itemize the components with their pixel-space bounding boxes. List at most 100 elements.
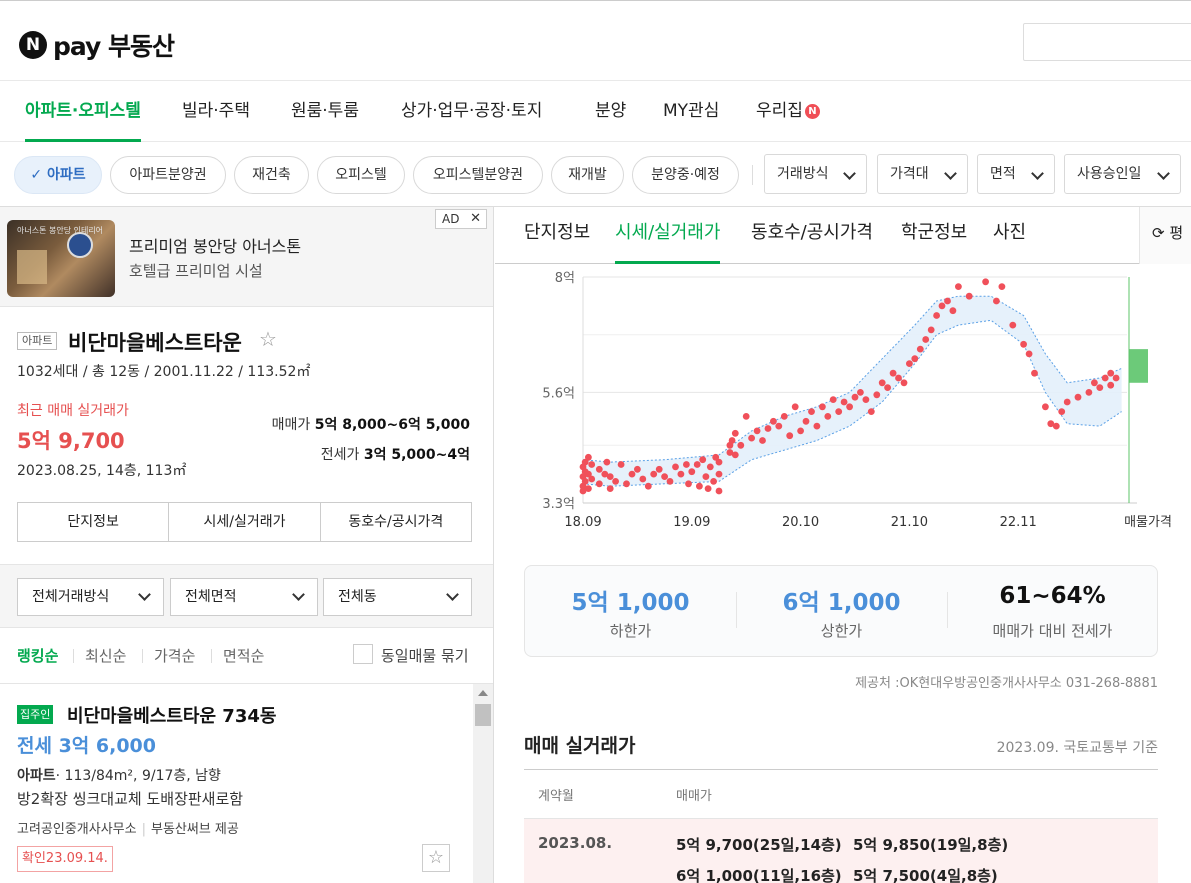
chip-officetel[interactable]: 오피스텔 — [317, 156, 405, 194]
dropdown-deal-type-label: 거래방식 — [777, 166, 829, 182]
dropdown-approval-date[interactable]: 사용승인일 — [1064, 154, 1181, 194]
listing-name[interactable]: 비단마을베스트타운 734동 — [67, 702, 276, 728]
main-nav: 아파트·오피스텔 빌라·주택 원룸·투룸 상가·업무·공장·토지 분양 MY관심… — [0, 81, 1191, 142]
deal-point — [808, 408, 815, 415]
deal-point — [644, 482, 652, 490]
listing-spec: 아파트· 113/84m², 9/17층, 남향 — [17, 765, 221, 785]
property-kind-tag: 아파트 — [17, 332, 58, 350]
nav-villa-house[interactable]: 빌라·주택 — [182, 81, 250, 142]
group-same-listing-label[interactable]: 동일매물 묶기 — [381, 645, 469, 666]
nav-apartment-officetel[interactable]: 아파트·오피스텔 — [25, 81, 141, 142]
tab-complex-info[interactable]: 단지정보 — [18, 503, 170, 541]
dropdown-price[interactable]: 가격대 — [877, 154, 968, 194]
favorite-star-icon[interactable]: ☆ — [259, 327, 277, 351]
dropdown-area[interactable]: 면적 — [977, 154, 1055, 194]
chevron-down-icon — [1157, 167, 1170, 180]
nav-my-home[interactable]: 우리집 N — [756, 81, 820, 142]
listing-price: 전세 3억 6,000 — [17, 735, 156, 757]
nav-my-interest[interactable]: MY관심 — [663, 81, 719, 142]
area-unit-toggle[interactable]: ⟳ 평 — [1139, 207, 1191, 264]
dropdown-all-areas-label: 전체면적 — [185, 589, 237, 605]
detail-tabs: 단지정보 시세/실거래가 동호수/공시가격 학군정보 사진 ⟳ 평 — [495, 207, 1191, 264]
deal-point — [683, 461, 690, 468]
nav-commercial-land[interactable]: 상가·업무·공장·토지 — [401, 81, 542, 142]
chip-apartment-presale-right[interactable]: 아파트분양권 — [110, 156, 226, 194]
tab-price-deals[interactable]: 시세/실거래가 — [169, 503, 321, 541]
deal-point — [786, 432, 794, 440]
deal-month: 2023.08. — [538, 834, 613, 852]
sort-area[interactable]: 면적순 — [223, 645, 264, 666]
search-input[interactable] — [1023, 23, 1191, 61]
deal-point — [655, 465, 663, 473]
list-item[interactable]: 집주인 비단마을베스트타운 734동 전세 3억 6,000 아파트· 113/… — [0, 684, 493, 883]
dropdown-all-buildings[interactable]: 전체동 — [323, 578, 472, 616]
deal-point — [748, 434, 755, 442]
dropdown-all-deal-types[interactable]: 전체거래방식 — [17, 578, 164, 616]
chip-reconstruction[interactable]: 재건축 — [234, 156, 309, 194]
scrollbar[interactable] — [473, 684, 493, 883]
sort-ranking[interactable]: 랭킹순 — [17, 645, 58, 666]
deal-point — [731, 451, 739, 459]
ad-image-window — [17, 250, 47, 284]
chip-redevelopment[interactable]: 재개발 — [551, 156, 624, 194]
x-extra-label: 매물가격 — [1124, 515, 1172, 530]
y-tick-label: 8억 — [555, 271, 575, 286]
ad-image[interactable]: 아너스톤 봉안당 인테리어 — [7, 220, 115, 297]
scroll-up-icon[interactable] — [478, 690, 488, 696]
deal-point — [672, 463, 679, 471]
x-tick-label: 21.10 — [891, 515, 928, 530]
chevron-down-icon — [944, 167, 957, 180]
deal-point — [955, 283, 962, 290]
ad-subtitle: 호텔급 프리미엄 시설 — [129, 262, 263, 280]
deal-point — [639, 475, 647, 483]
deal-point — [693, 461, 701, 468]
sort-price[interactable]: 가격순 — [154, 645, 195, 666]
listing-price-range — [1129, 349, 1148, 383]
chip-presale-upcoming[interactable]: 분양중·예정 — [632, 156, 739, 194]
sale-price-label: 매매가 — [271, 417, 311, 433]
tab-detail-unit-public-price[interactable]: 동호수/공시가격 — [751, 207, 873, 264]
tab-detail-complex-info[interactable]: 단지정보 — [524, 207, 590, 264]
chip-apartment-label: 아파트 — [46, 167, 86, 183]
ad-banner[interactable]: 아너스톤 봉안당 인테리어 프리미엄 봉안당 아너스톤 호텔급 프리미엄 시설 … — [0, 207, 493, 307]
stat-label: 매매가 대비 전세가 — [992, 622, 1113, 640]
scrollbar-thumb[interactable] — [475, 704, 491, 726]
deal-point — [704, 485, 712, 492]
tab-detail-photos[interactable]: 사진 — [993, 207, 1026, 264]
tab-detail-school[interactable]: 학군정보 — [901, 207, 967, 264]
group-same-listing-checkbox[interactable] — [353, 644, 373, 664]
deal-point — [819, 403, 826, 411]
ad-title[interactable]: 프리미엄 봉안당 아너스톤 — [129, 233, 301, 257]
sort-latest[interactable]: 최신순 — [85, 645, 126, 666]
tab-detail-price-deals[interactable]: 시세/실거래가 — [615, 207, 721, 264]
deal-point — [588, 461, 596, 468]
stat-value: 5억 1,000 — [571, 590, 690, 616]
deal-point — [628, 470, 636, 478]
filter-divider — [752, 165, 753, 185]
tab-unit-public-price[interactable]: 동호수/공시가격 — [321, 503, 471, 541]
deal-point — [775, 422, 783, 430]
stat-value: 6억 1,000 — [782, 590, 901, 616]
deal-point — [1063, 398, 1071, 406]
deal-point — [623, 480, 630, 488]
nav-oneroom-tworoom[interactable]: 원룸·투룸 — [291, 81, 359, 142]
deal-point — [699, 456, 707, 464]
agent-name[interactable]: 고려공인중개사사무소 — [17, 822, 137, 837]
chevron-down-icon — [843, 167, 856, 180]
deal-point — [603, 458, 611, 466]
star-icon[interactable]: ☆ — [422, 844, 450, 872]
chip-officetel-presale-right[interactable]: 오피스텔분양권 — [413, 156, 543, 194]
deal-point — [588, 475, 596, 483]
dropdown-deal-type[interactable]: 거래방식 — [764, 154, 867, 194]
chip-apartment[interactable]: ✓ 아파트 — [14, 156, 102, 194]
refresh-icon: ⟳ — [1152, 224, 1165, 242]
deal-point — [685, 480, 692, 488]
nav-presale[interactable]: 분양 — [595, 81, 626, 142]
area-unit-label: 평 — [1169, 224, 1184, 242]
close-icon[interactable]: ✕ — [470, 210, 481, 228]
dropdown-all-areas[interactable]: 전체면적 — [170, 578, 318, 616]
deal-point — [846, 403, 853, 411]
logo[interactable]: N pay 부동산 — [19, 27, 175, 63]
deal-point — [759, 437, 766, 444]
chevron-down-icon — [138, 588, 151, 601]
